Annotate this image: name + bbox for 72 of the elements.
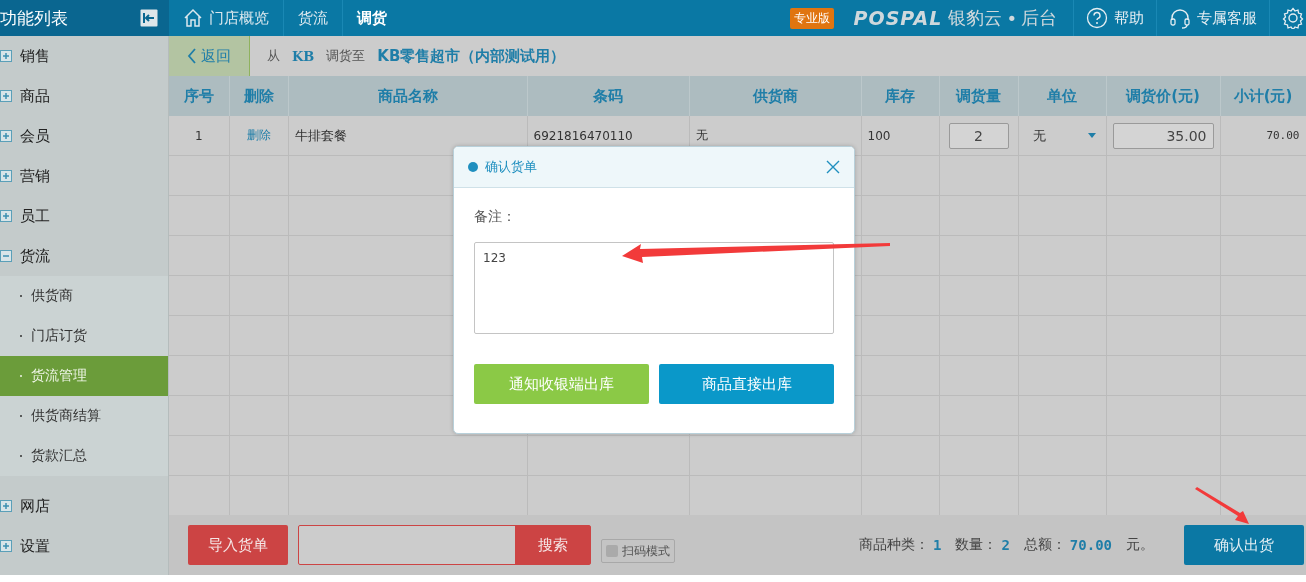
product-suffix: 后台 [1021,6,1057,30]
summary-label: 商品种类： [858,536,929,554]
column-header: 商品名称 [288,76,527,116]
expand-icon [0,90,12,102]
column-header: 条码 [527,76,689,116]
expand-icon [0,210,12,222]
chevron-left-icon [187,47,197,65]
sidebar-subitem[interactable]: 供货商结算 [0,396,168,436]
collapse-icon [0,250,12,262]
expand-icon [0,500,12,512]
quantity-field[interactable]: 2 [948,122,1009,149]
collapse-icon [140,9,158,27]
source-store: KB [292,48,315,64]
help-icon [1086,7,1108,29]
column-header: 序号 [169,76,229,116]
column-header: 单位 [1018,76,1106,116]
home-icon [183,8,203,28]
caret-icon [1087,133,1096,138]
price-field[interactable]: 35.00 [1112,122,1214,149]
brand-dot: • [1006,7,1017,29]
close-icon [826,160,840,174]
search-field[interactable]: 搜索 [298,525,591,565]
product-name: 银豹云 [948,6,1003,30]
annotation-arrow [1195,487,1249,524]
column-header: 库存 [861,76,939,116]
sidebar-item[interactable]: 营销 [0,156,168,196]
headset-icon [1169,7,1191,29]
panel-title: 功能列表 [0,6,68,30]
sidebar-item[interactable]: 商品 [0,76,168,116]
expand-icon [0,170,12,182]
target-store: KB零售超市（内部测试用） [377,46,566,66]
summary-value: 1 [932,537,942,553]
column-header: 调货量 [939,76,1018,116]
confirm-shipment-button[interactable]: 确认出货 [1184,525,1304,565]
sidebar-item[interactable]: 网店 [0,486,168,526]
expand-icon [0,50,12,62]
transfer-to-label: 调货至 [326,47,366,65]
sidebar-item[interactable]: 设置 [0,526,168,566]
sidebar-item[interactable]: 会员 [0,116,168,156]
expand-icon [0,130,12,142]
search-button[interactable]: 搜索 [515,526,590,564]
sidebar-subitem[interactable]: 货款汇总 [0,436,168,476]
dot-icon [468,162,478,172]
table-cell: 70.00 [1220,116,1306,156]
from-label: 从 [267,47,280,65]
brand-logo: POSPAL [853,7,943,29]
summary-label: 总额： [1023,536,1066,554]
sidebar-item[interactable]: 销售 [0,36,168,76]
table-cell: 1 [169,116,229,156]
sidebar-subitem[interactable]: 供货商 [0,276,168,316]
edition-badge: 专业版 [789,7,834,29]
column-header: 删除 [229,76,288,116]
expand-icon [0,540,12,552]
unit-dropdown[interactable]: 无 [1024,126,1100,145]
column-header: 小计(元) [1220,76,1306,116]
import-button[interactable]: 导入货单 [188,525,288,565]
column-header: 调货价(元) [1106,76,1220,116]
currency-label: 元。 [1126,536,1154,554]
sidebar-item[interactable]: 货流 [0,236,168,276]
dialog-title: 确认货单 [485,158,537,176]
note-field[interactable]: 123 [474,242,834,334]
table-cell: 100 [861,116,939,156]
scan-mode-checkbox[interactable]: 扫码模式 [601,539,675,563]
sidebar-item[interactable]: 员工 [0,196,168,236]
summary-value: 70.00 [1069,537,1112,553]
sidebar-subitem[interactable]: 门店订货 [0,316,168,356]
note-label: 备注： [474,208,517,226]
settings-icon [1282,7,1304,29]
summary-value: 2 [1001,537,1010,553]
summary-label: 数量： [955,536,998,554]
breadcrumb-item: 调货 [355,7,388,29]
column-header: 供货商 [689,76,861,116]
